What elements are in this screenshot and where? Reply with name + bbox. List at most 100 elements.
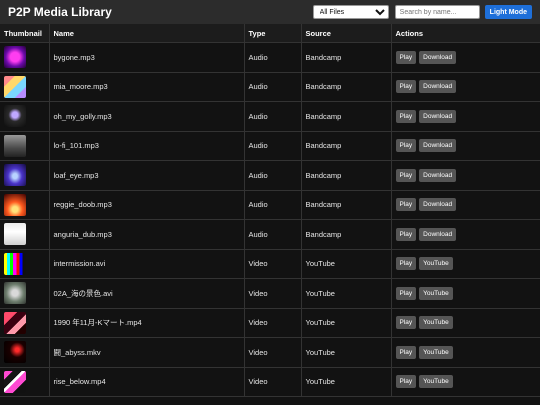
youtube-button[interactable]: YouTube	[419, 375, 453, 389]
file-filter-select[interactable]: All Files	[312, 5, 389, 19]
file-name: mia_moore.mp3	[49, 72, 245, 102]
col-thumbnail: Thumbnail	[0, 24, 50, 43]
play-button[interactable]: Play	[395, 286, 417, 300]
actions-cell: Play YouTube	[391, 308, 540, 338]
thumbnail-image[interactable]	[4, 282, 26, 305]
thumbnail-image[interactable]	[4, 164, 26, 187]
actions-cell: Play Download	[391, 219, 540, 250]
play-button[interactable]: Play	[395, 345, 417, 359]
download-button[interactable]: Download	[419, 109, 457, 123]
search-input[interactable]	[394, 5, 480, 19]
download-button[interactable]: Download	[419, 198, 457, 212]
play-button[interactable]: Play	[395, 198, 417, 212]
file-name: 1990 年11月-Kマート.mp4	[49, 308, 245, 338]
actions-cell: Play YouTube	[391, 367, 540, 397]
media-table: Thumbnail Name Type Source Actions bygon…	[0, 24, 540, 397]
play-button[interactable]: Play	[395, 80, 417, 94]
file-name: rise_below.mp4	[49, 367, 245, 397]
file-type: Audio	[244, 190, 302, 220]
file-source: Bandcamp	[301, 190, 392, 220]
file-source: YouTube	[301, 337, 392, 368]
actions-cell: Play YouTube	[391, 278, 540, 309]
thumbnail-cell	[0, 72, 50, 102]
light-mode-button[interactable]: Light Mode	[484, 5, 532, 19]
download-button[interactable]: Download	[419, 168, 457, 182]
thumbnail-image[interactable]	[4, 75, 26, 98]
thumbnail-image[interactable]	[4, 311, 26, 334]
app-title: P2P Media Library	[8, 5, 112, 19]
download-button[interactable]: Download	[419, 139, 457, 153]
file-type: Video	[244, 278, 302, 309]
play-button[interactable]: Play	[395, 139, 417, 153]
file-type: Audio	[244, 72, 302, 102]
actions-cell: Play Download	[391, 190, 540, 220]
thumbnail-image[interactable]	[4, 370, 26, 393]
table-row: loaf_eye.mp3 Audio Bandcamp Play Download	[0, 160, 540, 191]
play-button[interactable]: Play	[395, 109, 417, 123]
file-source: Bandcamp	[301, 131, 392, 161]
play-button[interactable]: Play	[395, 316, 417, 330]
col-source: Source	[301, 24, 392, 43]
thumbnail-image[interactable]	[4, 46, 26, 69]
play-button[interactable]: Play	[395, 50, 417, 64]
thumbnail-image[interactable]	[4, 252, 26, 275]
youtube-button[interactable]: YouTube	[419, 345, 453, 359]
thumbnail-image[interactable]	[4, 223, 26, 246]
download-button[interactable]: Download	[419, 227, 457, 241]
table-row: mia_moore.mp3 Audio Bandcamp Play Download	[0, 72, 540, 102]
table-row: 1990 年11月-Kマート.mp4 Video YouTube Play YouTub…	[0, 308, 540, 338]
file-type: Video	[244, 249, 302, 279]
download-button[interactable]: Download	[419, 80, 457, 94]
table-row: oh_my_golly.mp3 Audio Bandcamp Play Download	[0, 101, 540, 132]
thumbnail-image[interactable]	[4, 193, 26, 216]
play-button[interactable]: Play	[395, 375, 417, 389]
play-button[interactable]: Play	[395, 227, 417, 241]
play-button[interactable]: Play	[395, 257, 417, 271]
youtube-button[interactable]: YouTube	[419, 257, 453, 271]
file-source: Bandcamp	[301, 160, 392, 191]
thumbnail-cell	[0, 367, 50, 397]
table-header-row: Thumbnail Name Type Source Actions	[0, 24, 540, 43]
actions-cell: Play Download	[391, 160, 540, 191]
file-source: Bandcamp	[301, 219, 392, 250]
thumbnail-cell	[0, 249, 50, 279]
thumbnail-image[interactable]	[4, 105, 26, 128]
actions-cell: Play Download	[391, 131, 540, 161]
file-name: anguria_dub.mp3	[49, 219, 245, 250]
table-row: lo-fi_101.mp3 Audio Bandcamp Play Download	[0, 131, 540, 161]
top-bar: P2P Media Library All Files Light Mode	[0, 0, 540, 24]
file-name: 02A_海の景色.avi	[49, 278, 245, 309]
file-name: reggie_doob.mp3	[49, 190, 245, 220]
thumbnail-cell	[0, 219, 50, 250]
table-row: reggie_doob.mp3 Audio Bandcamp Play Download	[0, 190, 540, 220]
file-source: YouTube	[301, 308, 392, 338]
thumbnail-cell	[0, 160, 50, 191]
table-row: anguria_dub.mp3 Audio Bandcamp Play Download	[0, 219, 540, 250]
file-type: Audio	[244, 219, 302, 250]
thumbnail-image[interactable]	[4, 134, 26, 157]
file-type: Audio	[244, 42, 302, 73]
table-row: bygone.mp3 Audio Bandcamp Play Download	[0, 42, 540, 73]
file-name: oh_my_golly.mp3	[49, 101, 245, 132]
file-type: Audio	[244, 101, 302, 132]
download-button[interactable]: Download	[419, 50, 457, 64]
file-source: YouTube	[301, 249, 392, 279]
thumbnail-image[interactable]	[4, 341, 26, 364]
file-name: intermission.avi	[49, 249, 245, 279]
youtube-button[interactable]: YouTube	[419, 316, 453, 330]
file-name: lo-fi_101.mp3	[49, 131, 245, 161]
file-name: loaf_eye.mp3	[49, 160, 245, 191]
actions-cell: Play YouTube	[391, 249, 540, 279]
thumbnail-cell	[0, 131, 50, 161]
actions-cell: Play Download	[391, 101, 540, 132]
col-type: Type	[244, 24, 302, 43]
play-button[interactable]: Play	[395, 168, 417, 182]
thumbnail-cell	[0, 190, 50, 220]
col-actions: Actions	[391, 24, 540, 43]
table-row: intermission.avi Video YouTube Play YouTube	[0, 249, 540, 279]
file-source: YouTube	[301, 367, 392, 397]
youtube-button[interactable]: YouTube	[419, 286, 453, 300]
file-type: Video	[244, 308, 302, 338]
actions-cell: Play Download	[391, 42, 540, 73]
file-type: Audio	[244, 131, 302, 161]
